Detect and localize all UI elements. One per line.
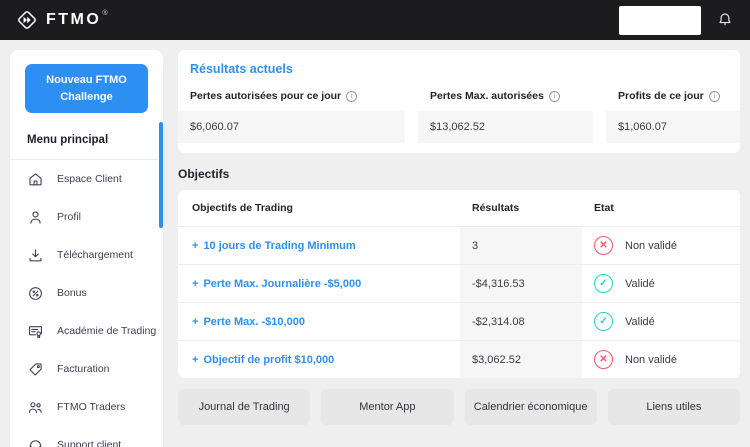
sidebar-item-telechargement[interactable]: Téléchargement: [10, 236, 163, 274]
expand-plus-icon: +: [192, 278, 198, 290]
sidebar-item-label: Académie de Trading: [57, 325, 156, 337]
status-cell: ✕ Non validé: [582, 227, 740, 264]
column-header-objective: Objectifs de Trading: [178, 202, 460, 214]
trading-journal-button[interactable]: Journal de Trading: [178, 389, 310, 425]
status-cell: ✕ Non validé: [582, 341, 740, 378]
useful-links-button[interactable]: Liens utiles: [608, 389, 740, 425]
new-challenge-button[interactable]: Nouveau FTMO Challenge: [25, 64, 148, 113]
status-label: Validé: [625, 316, 655, 328]
certificate-icon: [27, 323, 44, 340]
metric-value-max-loss: $13,062.52: [418, 111, 593, 143]
table-row: + 10 jours de Trading Minimum 3 ✕ Non va…: [178, 226, 740, 264]
sidebar-item-bonus[interactable]: Bonus: [10, 274, 163, 312]
cross-circle-icon: ✕: [594, 236, 613, 255]
sidebar-item-label: Profil: [57, 211, 81, 223]
metric-label: Pertes autorisées pour ce jour i: [178, 90, 405, 102]
sidebar-item-label: Bonus: [57, 287, 87, 299]
tag-icon: [27, 361, 44, 378]
sidebar-item-academie[interactable]: Académie de Trading: [10, 312, 163, 350]
check-circle-icon: ✓: [594, 312, 613, 331]
expand-plus-icon: +: [192, 354, 198, 366]
main-content: Résultats actuels Pertes autorisées pour…: [178, 50, 740, 425]
sidebar-item-label: Téléchargement: [57, 249, 133, 261]
results-card: Résultats actuels Pertes autorisées pour…: [178, 50, 740, 153]
results-title: Résultats actuels: [190, 62, 728, 76]
info-icon[interactable]: i: [549, 91, 560, 102]
table-row: + Perte Max. -$10,000 -$2,314.08 ✓ Valid…: [178, 302, 740, 340]
metric-label: Profits de ce jour i: [606, 90, 740, 102]
top-bar: FTMO®: [0, 0, 750, 40]
sidebar-item-label: Support client: [57, 439, 121, 447]
download-icon: [27, 247, 44, 264]
economic-calendar-button[interactable]: Calendrier économique: [465, 389, 597, 425]
metric-label: Pertes Max. autorisées i: [418, 90, 593, 102]
sidebar-scrollbar-thumb[interactable]: [159, 122, 163, 228]
result-value: 3: [460, 227, 582, 264]
objective-link[interactable]: + Perte Max. Journalière -$5,000: [178, 265, 460, 302]
objective-link[interactable]: + 10 jours de Trading Minimum: [178, 227, 460, 264]
sidebar: Nouveau FTMO Challenge Menu principal Es…: [10, 50, 163, 447]
status-label: Non validé: [625, 354, 677, 366]
sidebar-item-profil[interactable]: Profil: [10, 198, 163, 236]
metric-values-row: $6,060.07 $13,062.52 $1,060.07: [178, 111, 740, 143]
column-header-result: Résultats: [460, 202, 582, 214]
headset-icon: [27, 437, 44, 447]
sidebar-item-label: Espace Client: [57, 173, 122, 185]
info-icon[interactable]: i: [346, 91, 357, 102]
ftmo-logo[interactable]: FTMO®: [16, 9, 108, 31]
metric-labels-row: Pertes autorisées pour ce jour i Pertes …: [178, 90, 740, 102]
users-icon: [27, 399, 44, 416]
percent-icon: [27, 285, 44, 302]
ftmo-dashboard: FTMO® Nouveau FTMO Challenge Menu princi…: [0, 0, 750, 447]
table-row: + Perte Max. Journalière -$5,000 -$4,316…: [178, 264, 740, 302]
objectives-table: Objectifs de Trading Résultats Etat + 10…: [178, 190, 740, 378]
objective-link[interactable]: + Objectif de profit $10,000: [178, 341, 460, 378]
sidebar-item-label: Facturation: [57, 363, 110, 375]
user-icon: [27, 209, 44, 226]
table-header-row: Objectifs de Trading Résultats Etat: [178, 190, 740, 226]
sidebar-item-ftmo-traders[interactable]: FTMO Traders: [10, 388, 163, 426]
result-value: -$2,314.08: [460, 303, 582, 340]
expand-plus-icon: +: [192, 316, 198, 328]
sidebar-item-label: FTMO Traders: [57, 401, 125, 413]
info-icon[interactable]: i: [709, 91, 720, 102]
objectives-section-title: Objectifs: [178, 167, 740, 181]
status-cell: ✓ Validé: [582, 265, 740, 302]
metric-value-daily-loss: $6,060.07: [178, 111, 405, 143]
result-value: -$4,316.53: [460, 265, 582, 302]
menu-title: Menu principal: [27, 134, 146, 146]
mentor-app-button[interactable]: Mentor App: [321, 389, 453, 425]
account-panel[interactable]: [619, 6, 701, 35]
bell-icon[interactable]: [714, 9, 736, 31]
sidebar-item-support[interactable]: Support client: [10, 426, 163, 447]
table-row: + Objectif de profit $10,000 $3,062.52 ✕…: [178, 340, 740, 378]
status-label: Non validé: [625, 240, 677, 252]
cross-circle-icon: ✕: [594, 350, 613, 369]
sidebar-item-espace-client[interactable]: Espace Client: [10, 160, 163, 198]
registered-mark: ®: [102, 10, 107, 17]
status-cell: ✓ Validé: [582, 303, 740, 340]
expand-plus-icon: +: [192, 240, 198, 252]
home-icon: [27, 171, 44, 188]
footer-shortcuts: Journal de Trading Mentor App Calendrier…: [178, 389, 740, 425]
check-circle-icon: ✓: [594, 274, 613, 293]
metric-value-daily-profit: $1,060.07: [606, 111, 740, 143]
logo-text: FTMO: [46, 11, 101, 28]
sidebar-item-facturation[interactable]: Facturation: [10, 350, 163, 388]
result-value: $3,062.52: [460, 341, 582, 378]
column-header-status: Etat: [582, 202, 740, 214]
status-label: Validé: [625, 278, 655, 290]
objective-link[interactable]: + Perte Max. -$10,000: [178, 303, 460, 340]
ftmo-diamond-icon: [16, 9, 38, 31]
